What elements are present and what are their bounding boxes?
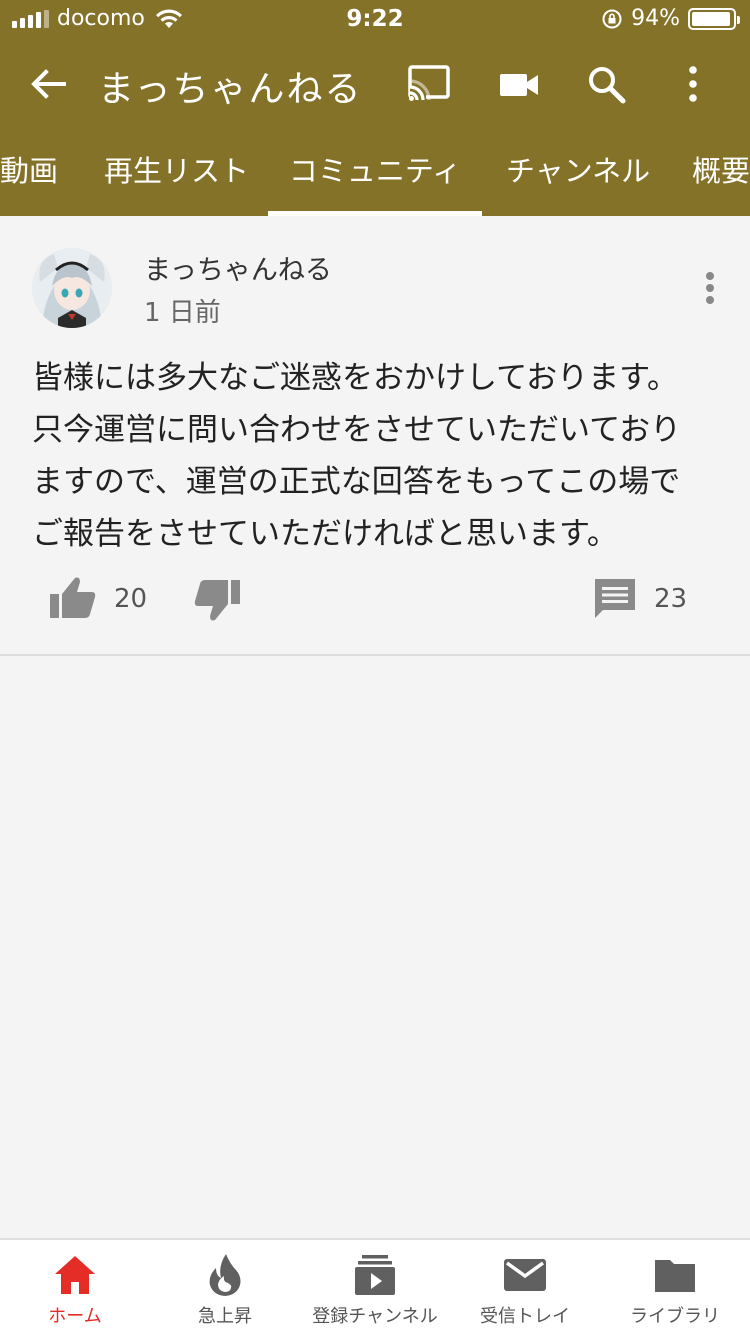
post-timestamp: 1 日前 — [144, 298, 221, 328]
mail-icon — [504, 1259, 546, 1291]
like-count: 20 — [114, 584, 148, 614]
post-body-line: 只今運営に問い合わせをさせていただいており — [32, 412, 682, 448]
status-right: 94% — [601, 6, 740, 31]
battery-percent: 94% — [631, 6, 680, 31]
nav-home[interactable]: ホーム — [0, 1240, 150, 1334]
nav-library[interactable]: ライブラリ — [600, 1240, 750, 1334]
nav-trending[interactable]: 急上昇 — [150, 1240, 300, 1334]
comment-count: 23 — [654, 584, 688, 614]
post-actions: 20 23 — [0, 574, 750, 624]
bottom-navigation: ホーム 急上昇 登録チャンネル 受信トレイ ライブラリ — [0, 1238, 750, 1334]
nav-label: ホーム — [48, 1306, 102, 1327]
nav-label: ライブラリ — [630, 1306, 720, 1327]
channel-header: docomo 9:22 94% まっちゃんねる 動画 再生リスト コミュニティ … — [0, 0, 750, 216]
tab-community[interactable]: コミュニティ — [268, 128, 482, 216]
post-body-line: ご報告をさせていただければと思います。 — [32, 516, 618, 552]
nav-label: 急上昇 — [198, 1306, 252, 1327]
more-vert-icon[interactable] — [670, 62, 716, 108]
app-bar: まっちゃんねる — [0, 40, 750, 128]
post-body-line: 皆様には多大なご迷惑をおかけしております。 — [32, 360, 679, 396]
tab-channels[interactable]: チャンネル — [506, 128, 650, 216]
status-bar: docomo 9:22 94% — [0, 0, 750, 40]
channel-tabs: 動画 再生リスト コミュニティ チャンネル 概要 — [0, 128, 750, 216]
flame-icon — [209, 1254, 241, 1296]
post-author[interactable]: まっちゃんねる — [144, 248, 332, 287]
tab-videos[interactable]: 動画 — [0, 128, 58, 216]
tab-playlists[interactable]: 再生リスト — [104, 128, 249, 216]
search-icon[interactable] — [584, 62, 630, 108]
folder-icon — [655, 1260, 695, 1292]
cast-icon[interactable] — [406, 62, 452, 108]
battery-icon — [688, 7, 740, 30]
post-body-line: ますので、運営の正式な回答をもってこの場で — [32, 464, 681, 500]
nav-label: 登録チャンネル — [312, 1306, 438, 1327]
battery-fill — [692, 11, 730, 26]
video-camera-icon[interactable] — [496, 62, 542, 108]
nav-inbox[interactable]: 受信トレイ — [450, 1240, 600, 1334]
subscriptions-icon — [355, 1255, 395, 1295]
back-arrow-icon[interactable] — [26, 62, 70, 106]
avatar[interactable] — [32, 248, 112, 328]
thumbs-up-icon[interactable] — [48, 574, 98, 620]
nav-subscriptions[interactable]: 登録チャンネル — [300, 1240, 450, 1334]
thumbs-down-icon[interactable] — [192, 578, 242, 624]
orientation-lock-icon — [602, 9, 622, 28]
avatar-illustration — [32, 248, 112, 328]
post-body: 皆様には多大なご迷惑をおかけしております。 只今運営に問い合わせをさせていただい… — [32, 352, 722, 560]
nav-label: 受信トレイ — [480, 1306, 570, 1327]
community-post: まっちゃんねる 1 日前 皆様には多大なご迷惑をおかけしております。 只今運営に… — [0, 216, 750, 656]
home-icon — [55, 1256, 95, 1294]
channel-title: まっちゃんねる — [98, 69, 363, 110]
comment-icon[interactable] — [592, 576, 638, 622]
post-more-icon[interactable] — [694, 270, 726, 306]
tab-about[interactable]: 概要 — [692, 128, 750, 216]
